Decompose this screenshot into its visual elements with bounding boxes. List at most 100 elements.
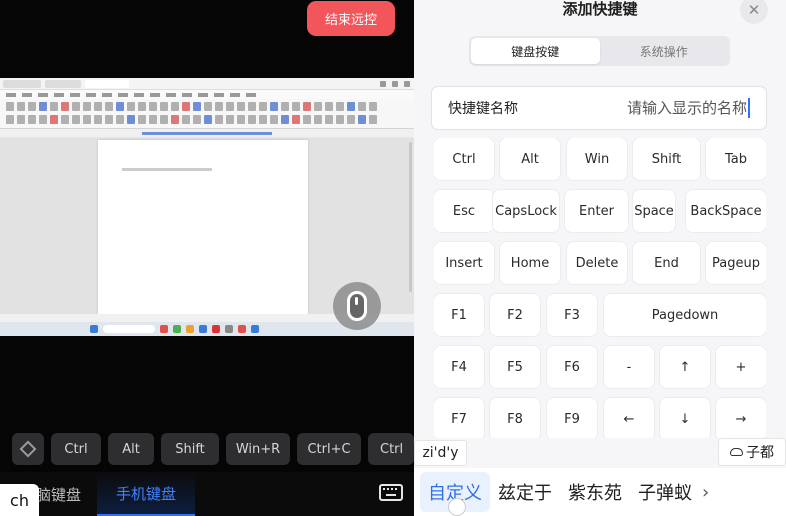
remote-ribbon-tool xyxy=(325,102,333,111)
key-esc[interactable]: Esc xyxy=(434,190,494,232)
key-[interactable]: + xyxy=(716,346,766,388)
key-shift[interactable]: Shift xyxy=(633,138,700,180)
key-[interactable]: ↑ xyxy=(660,346,710,388)
key-insert[interactable]: Insert xyxy=(434,242,494,284)
key-[interactable]: - xyxy=(604,346,654,388)
remote-ribbon-tool xyxy=(303,102,311,111)
remote-ribbon-tool xyxy=(281,102,289,111)
chevron-right-icon[interactable]: › xyxy=(702,482,709,503)
remote-ribbon-tool xyxy=(28,102,36,111)
keyboard-icon[interactable] xyxy=(379,484,403,501)
key-f2[interactable]: F2 xyxy=(490,294,540,336)
ime-candidate[interactable]: 子弹蚁 xyxy=(630,472,700,512)
ime-candidate[interactable]: 紫东苑 xyxy=(560,472,630,512)
remote-ribbon-tool xyxy=(116,115,124,124)
keyboard-mode-tabs: 脑键盘 手机键盘 xyxy=(0,472,414,516)
tab-phone-keyboard[interactable]: 手机键盘 xyxy=(97,472,195,516)
remote-ribbon-tool xyxy=(6,115,14,124)
key-space[interactable]: Space xyxy=(633,190,675,232)
key-ctrl[interactable]: Ctrl xyxy=(434,138,494,180)
remote-ribbon-tool xyxy=(105,115,113,124)
quick-key-ctrl-2[interactable]: Ctrl xyxy=(368,433,414,465)
tab-system-actions[interactable]: 系统操作 xyxy=(600,38,729,64)
remote-ribbon-tool xyxy=(336,102,344,111)
remote-ribbon-tool xyxy=(281,115,289,124)
key-[interactable]: → xyxy=(716,398,766,438)
key-win[interactable]: Win xyxy=(567,138,627,180)
remote-ribbon-tool xyxy=(160,102,168,111)
quick-key-ctrl-c[interactable]: Ctrl+C xyxy=(297,433,361,465)
remote-ribbon-tool xyxy=(61,115,69,124)
key-end[interactable]: End xyxy=(633,242,700,284)
quick-key-shift[interactable]: Shift xyxy=(161,433,219,465)
key-f9[interactable]: F9 xyxy=(547,398,597,438)
remote-ribbon-tool xyxy=(237,102,245,111)
tab-pc-keyboard[interactable]: 脑键盘 xyxy=(36,484,81,505)
remote-tab xyxy=(45,79,81,88)
key-backspace[interactable]: BackSpace xyxy=(686,190,766,232)
remote-ribbon-tool xyxy=(193,115,201,124)
remote-ribbon-tool xyxy=(116,102,124,111)
remote-ribbon-tool xyxy=(314,115,322,124)
key-f8[interactable]: F8 xyxy=(490,398,540,438)
close-icon[interactable]: ✕ xyxy=(740,0,768,24)
key-alt[interactable]: Alt xyxy=(500,138,560,180)
remote-ribbon-tool xyxy=(270,102,278,111)
app-root: 结束远控 Ctrl Alt Shift Win+R Ctrl+C Ctrl 脑键… xyxy=(0,0,786,516)
ime-candidate[interactable]: 兹定于 xyxy=(490,472,560,512)
remote-ribbon-tool xyxy=(105,102,113,111)
remote-ribbon-tool xyxy=(204,115,212,124)
shortcut-name-input[interactable] xyxy=(518,99,747,117)
key-home[interactable]: Home xyxy=(500,242,560,284)
key-tab[interactable]: Tab xyxy=(706,138,766,180)
quick-key-ctrl[interactable]: Ctrl xyxy=(51,433,101,465)
quick-keys-bar: Ctrl Alt Shift Win+R Ctrl+C Ctrl xyxy=(0,425,414,473)
quick-key-alt[interactable]: Alt xyxy=(108,433,154,465)
remote-ribbon-tool xyxy=(6,102,14,111)
key-pageup[interactable]: Pageup xyxy=(706,242,766,284)
text-caret xyxy=(748,98,750,118)
remote-browser-tabbar xyxy=(0,78,414,90)
quick-key-win-r[interactable]: Win+R xyxy=(226,433,290,465)
remote-ribbon-tool xyxy=(50,102,58,111)
remote-document-text xyxy=(122,168,212,171)
tab-keyboard-keys[interactable]: 键盘按键 xyxy=(471,38,600,64)
key-f3[interactable]: F3 xyxy=(547,294,597,336)
key-f7[interactable]: F7 xyxy=(434,398,484,438)
remote-ribbon-tool xyxy=(347,102,355,111)
remote-ribbon-tool xyxy=(39,102,47,111)
key-[interactable]: ↓ xyxy=(660,398,710,438)
remote-ribbon-tool xyxy=(347,115,355,124)
remote-notice-bar xyxy=(0,129,414,137)
mouse-mode-button[interactable] xyxy=(333,282,381,330)
remote-ribbon-tool xyxy=(83,102,91,111)
remote-ribbon-tool xyxy=(358,115,366,124)
ime-cloud-candidate[interactable]: 子都 xyxy=(718,438,786,466)
key-f5[interactable]: F5 xyxy=(490,346,540,388)
shortcut-name-field[interactable]: 快捷键名称 xyxy=(431,86,767,130)
ime-language-indicator[interactable]: ch xyxy=(0,484,39,516)
layers-icon[interactable] xyxy=(12,433,44,465)
remote-ribbon-tool xyxy=(28,115,36,124)
remote-ribbon-tool xyxy=(193,102,201,111)
mouse-icon xyxy=(347,291,367,321)
remote-ribbon-tool xyxy=(259,102,267,111)
remote-ribbon-tool xyxy=(171,102,179,111)
key-[interactable]: ← xyxy=(604,398,654,438)
remote-ribbon-tool xyxy=(72,102,80,111)
shortcut-type-tabs: 键盘按键 系统操作 xyxy=(469,36,730,66)
remote-ribbon-tool xyxy=(149,102,157,111)
key-f1[interactable]: F1 xyxy=(434,294,484,336)
key-enter[interactable]: Enter xyxy=(565,190,628,232)
ime-cloud-candidate-text: 子都 xyxy=(746,445,774,461)
key-f6[interactable]: F6 xyxy=(547,346,597,388)
remote-ribbon-tool xyxy=(325,115,333,124)
remote-ribbon-tool xyxy=(237,115,245,124)
key-capslock[interactable]: CapsLock xyxy=(493,190,559,232)
key-delete[interactable]: Delete xyxy=(567,242,627,284)
remote-ribbon-tool xyxy=(39,115,47,124)
key-pagedown[interactable]: Pagedown xyxy=(604,294,766,336)
key-f4[interactable]: F4 xyxy=(434,346,484,388)
ime-drag-handle[interactable] xyxy=(448,498,466,516)
end-remote-button[interactable]: 结束远控 xyxy=(307,1,395,36)
